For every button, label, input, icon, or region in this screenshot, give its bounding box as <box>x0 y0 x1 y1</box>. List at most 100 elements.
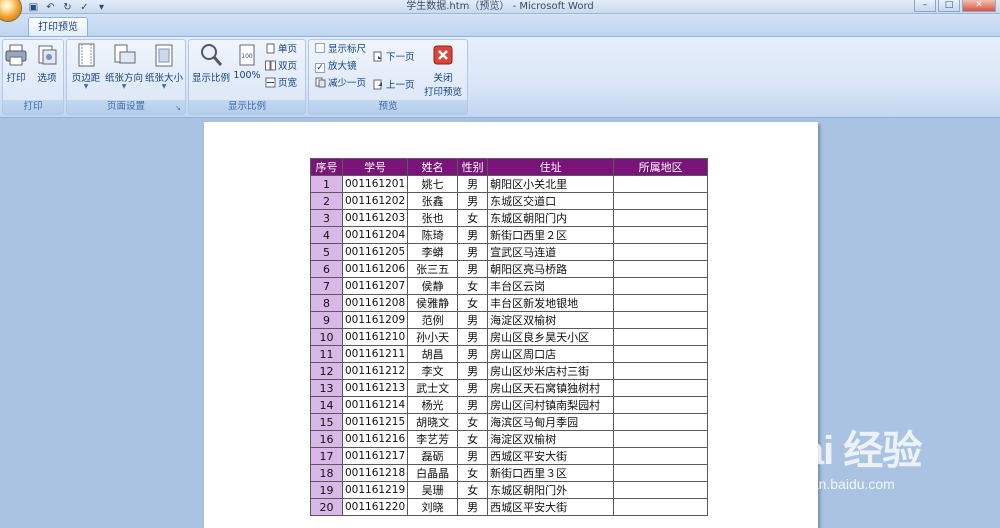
table-row: 20 001161220 刘晓男西城区平安大街 <box>310 498 709 516</box>
margins-button[interactable]: 页边距 ▼ <box>69 42 103 90</box>
cell-index: 19 <box>310 481 343 499</box>
column-header: 学号 <box>341 158 409 176</box>
watermark-logo: Bai 经验 <box>774 429 922 473</box>
cell-index: 13 <box>310 379 343 397</box>
cell-name: 李蟒 <box>407 243 459 261</box>
cell-address: 海淀区双榆树 <box>487 311 615 329</box>
cell-region <box>613 481 709 499</box>
chevron-down-icon: ▼ <box>161 83 167 90</box>
table-row: 11 001161211 胡昌男房山区周口店 <box>310 345 709 363</box>
cell-index: 17 <box>310 447 343 465</box>
options-button[interactable]: 选项 <box>33 42 61 84</box>
tab-print-preview[interactable]: 打印预览 <box>28 17 88 37</box>
cell-region <box>613 345 709 363</box>
orientation-icon <box>114 44 136 64</box>
shrink-one-page-button[interactable]: 减少一页 <box>315 76 366 92</box>
column-header: 所属地区 <box>613 158 709 176</box>
cell-name: 张三五 <box>407 260 459 278</box>
shrink-page-icon <box>315 77 326 88</box>
cell-region <box>613 226 709 244</box>
cell-region <box>613 413 709 431</box>
cell-name: 侯静 <box>407 277 459 295</box>
window-title: 学生数据.htm（预览） - Microsoft Word <box>406 1 594 12</box>
cell-gender: 男 <box>457 379 489 397</box>
zoom-100-button[interactable]: 100 100% <box>233 42 261 81</box>
previous-page-button[interactable]: 上一页 <box>373 78 415 94</box>
cell-gender: 男 <box>457 447 489 465</box>
magnifier-checkbox-box[interactable]: ✓ <box>315 63 325 73</box>
ruler-checkbox-box[interactable] <box>315 43 325 53</box>
cell-region <box>613 192 709 210</box>
cell-student-id: 001161217 <box>341 447 409 465</box>
cell-student-id: 001161214 <box>341 396 409 414</box>
cell-gender: 女 <box>457 430 489 448</box>
chevron-down-icon: ▼ <box>83 83 89 90</box>
cell-student-id: 001161206 <box>341 260 409 278</box>
close-preview-button[interactable]: 关闭 打印预览 <box>421 42 465 98</box>
cell-name: 胡昌 <box>407 345 459 363</box>
group-print: 打印 选项 打印 <box>2 39 64 115</box>
cell-gender: 男 <box>457 498 489 516</box>
svg-text:100: 100 <box>241 53 253 60</box>
next-page-button[interactable]: 下一页 <box>373 50 415 66</box>
cell-student-id: 001161207 <box>341 277 409 295</box>
cell-address: 宣武区马连道 <box>487 243 615 261</box>
cell-name: 侯雅静 <box>407 294 459 312</box>
cell-address: 房山区天石窝镇独树村 <box>487 379 615 397</box>
print-button[interactable]: 打印 <box>3 42 29 84</box>
cell-name: 白晶晶 <box>407 464 459 482</box>
cell-student-id: 001161211 <box>341 345 409 363</box>
table-row: 3 001161203 张也女东城区朝阳门内 <box>310 209 709 227</box>
page-width-icon <box>265 77 276 88</box>
cell-index: 2 <box>310 192 343 210</box>
maximize-button[interactable]: □ <box>938 0 960 12</box>
cell-address: 房山区闫村镇南梨园村 <box>487 396 615 414</box>
ribbon-tab-row: 打印预览 <box>0 14 1000 37</box>
cell-student-id: 001161202 <box>341 192 409 210</box>
table-row: 18 001161218 白晶晶女新街口西里３区 <box>310 464 709 482</box>
cell-index: 10 <box>310 328 343 346</box>
cell-gender: 女 <box>457 294 489 312</box>
printer-icon <box>5 44 27 66</box>
minimize-button[interactable]: – <box>914 0 936 12</box>
cell-region <box>613 209 709 227</box>
table-row: 8 001161208 侯雅静女丰台区新发地银地 <box>310 294 709 312</box>
two-pages-button[interactable]: 双页 <box>265 59 297 75</box>
page-width-button[interactable]: 页宽 <box>265 76 297 92</box>
student-table: 序号 学号 姓名 性别 住址 所属地区 1 001161201 姚七男朝阳区小关北里 2 0011… <box>310 158 709 516</box>
cell-region <box>613 294 709 312</box>
title-bar: ▣ ↶ ↻ ✓ ▾ 学生数据.htm（预览） - Microsoft Word … <box>0 0 1000 22</box>
table-body: 1 001161201 姚七男朝阳区小关北里 2 001161202 张鑫男东城区交道口 3… <box>310 175 709 516</box>
cell-name: 吴珊 <box>407 481 459 499</box>
baidu-watermark: Bai 经验 jingyan.baidu.com <box>774 418 974 514</box>
cell-address: 西城区平安大街 <box>487 498 615 516</box>
show-ruler-checkbox[interactable]: 显示标尺 <box>315 42 366 58</box>
cell-gender: 男 <box>457 226 489 244</box>
orientation-button[interactable]: 纸张方向 ▼ <box>105 42 143 90</box>
paper-size-icon <box>155 44 173 67</box>
zoom-button[interactable]: 显示比例 <box>191 42 231 84</box>
dialog-launcher-icon[interactable]: ↘ <box>175 104 183 112</box>
cell-region <box>613 277 709 295</box>
cell-gender: 男 <box>457 311 489 329</box>
cell-gender: 男 <box>457 328 489 346</box>
cell-name: 张也 <box>407 209 459 227</box>
column-header: 性别 <box>457 158 489 176</box>
magnifier-checkbox[interactable]: ✓ 放大镜 <box>315 59 357 75</box>
cell-name: 刘晓 <box>407 498 459 516</box>
cell-student-id: 001161212 <box>341 362 409 380</box>
paper-size-button[interactable]: 纸张大小 ▼ <box>145 42 183 90</box>
cell-gender: 女 <box>457 464 489 482</box>
close-window-button[interactable]: ✕ <box>962 0 996 12</box>
group-page-setup: 页边距 ▼ 纸张方向 ▼ 纸张大小 ▼ 页面设置 ↘ <box>66 39 186 115</box>
window-controls: – □ ✕ <box>914 0 996 12</box>
one-page-button[interactable]: 单页 <box>265 42 297 58</box>
magnifier-icon <box>201 44 223 66</box>
table-row: 19 001161219 吴珊女东城区朝阳门外 <box>310 481 709 499</box>
cell-region <box>613 328 709 346</box>
cell-region <box>613 498 709 516</box>
cell-student-id: 001161219 <box>341 481 409 499</box>
cell-name: 胡晓文 <box>407 413 459 431</box>
cell-index: 3 <box>310 209 343 227</box>
cell-student-id: 001161209 <box>341 311 409 329</box>
